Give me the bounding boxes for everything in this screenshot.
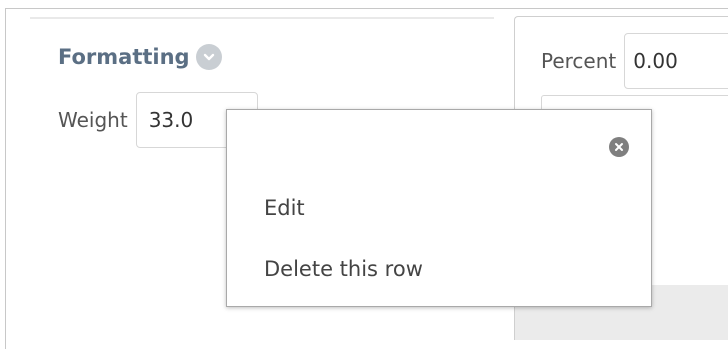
formatting-title: Formatting — [58, 45, 190, 69]
weight-label: Weight — [58, 108, 128, 132]
percent-row: Percent — [541, 33, 728, 89]
chevron-down-icon[interactable] — [195, 44, 222, 70]
close-glyph — [615, 143, 623, 151]
chevron-down-glyph — [203, 53, 214, 61]
percent-input[interactable] — [624, 33, 728, 89]
percent-label: Percent — [541, 49, 617, 73]
menu-item-edit[interactable]: Edit — [264, 196, 305, 220]
close-icon[interactable] — [609, 137, 629, 157]
formatting-section-header[interactable]: Formatting — [58, 42, 222, 72]
menu-item-delete-row[interactable]: Delete this row — [264, 257, 423, 281]
row-context-menu: Edit Delete this row — [226, 109, 652, 307]
